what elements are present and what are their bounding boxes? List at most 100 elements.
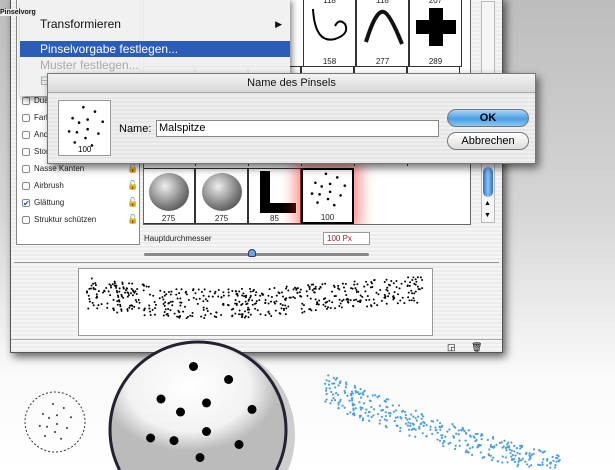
stroke-dot: [410, 289, 413, 292]
scroll-up-icon[interactable]: ▲: [484, 200, 491, 207]
menu-item-define-brush[interactable]: Pinselvorgabe festlegen...: [20, 41, 290, 57]
checkbox[interactable]: [22, 164, 30, 173]
option-4[interactable]: Nasse Kanten: [22, 164, 84, 173]
stroke-dot: [113, 284, 116, 287]
stroke-dot: [231, 289, 234, 292]
stroke-dot: [149, 310, 152, 313]
stroke-dot: [326, 307, 329, 310]
stroke-dot: [314, 287, 317, 290]
stroke-dot: [251, 299, 254, 302]
stroke-dot: [129, 292, 132, 295]
lock-icon[interactable]: 🔓: [127, 163, 138, 174]
stroke-dot: [356, 283, 359, 286]
blue-stroke-dot: [376, 396, 379, 399]
checkbox[interactable]: [22, 130, 30, 139]
lock-icon[interactable]: 🔓: [127, 214, 138, 225]
brush-dot: [224, 375, 234, 384]
blue-stroke-dot: [363, 389, 366, 392]
brush-preset-apple[interactable]: 275: [195, 168, 248, 224]
stroke-dot: [148, 307, 151, 310]
checkbox[interactable]: [22, 215, 30, 224]
option-0[interactable]: Dua: [22, 96, 49, 105]
blue-stroke-dot: [328, 380, 331, 383]
stroke-dot: [370, 304, 373, 307]
blue-stroke-dot: [528, 454, 531, 457]
brush-size-top: 207: [428, 0, 443, 5]
brush-preset[interactable]: 118 277: [356, 0, 409, 67]
stroke-dot: [94, 282, 97, 285]
stroke-dot: [338, 298, 341, 301]
blue-stroke-dot: [383, 418, 387, 421]
option-label: Glättung: [34, 198, 65, 207]
option-3[interactable]: Stor: [22, 147, 49, 156]
ok-button[interactable]: OK: [447, 109, 529, 127]
stroke-dot: [179, 297, 182, 300]
stroke-dot: [151, 308, 154, 311]
stroke-dot: [373, 279, 376, 282]
name-input[interactable]: Malspitze: [156, 120, 439, 137]
blue-stroke-dot: [421, 432, 424, 435]
diameter-input[interactable]: 100 Px: [323, 232, 370, 245]
brush-name-dialog: Name des Pinsels 100 Name: Malspitze OK …: [47, 73, 536, 164]
blue-stroke-dot: [358, 401, 361, 404]
checkbox[interactable]: [22, 181, 30, 190]
stroke-dot: [90, 284, 93, 287]
option-5[interactable]: Airbrush: [22, 181, 64, 190]
option-6[interactable]: ✔ Glättung: [22, 198, 64, 207]
stroke-dot: [162, 314, 165, 317]
stroke-dot: [116, 303, 119, 306]
blue-stroke-dot: [554, 456, 558, 460]
blue-stroke-dot: [464, 439, 467, 442]
stroke-dot: [379, 288, 382, 291]
checkbox[interactable]: [22, 113, 30, 122]
stroke-dot: [86, 290, 89, 293]
option-7[interactable]: Struktur schützen: [22, 215, 96, 224]
diameter-slider[interactable]: [144, 249, 369, 257]
lock-icon[interactable]: 🔓: [127, 180, 138, 191]
brush-preset-apple[interactable]: 275: [144, 168, 195, 224]
lock-icon[interactable]: 🔓: [127, 197, 138, 208]
blue-stroke-dot: [551, 455, 554, 459]
brush-preset[interactable]: 85: [248, 168, 301, 224]
brush-dot: [318, 193, 321, 196]
scroll-thumb[interactable]: [483, 167, 493, 197]
stroke-dot: [393, 297, 396, 300]
stroke-dot: [254, 302, 257, 305]
stroke-dot: [163, 311, 166, 314]
blue-stroke-dot: [385, 426, 388, 429]
blue-stroke-dot: [532, 448, 536, 451]
stroke-dot: [361, 295, 364, 298]
blue-stroke-dot: [467, 443, 470, 446]
blue-stroke-dot: [470, 453, 474, 457]
scroll-down-icon[interactable]: ▼: [484, 212, 491, 219]
stroke-dot: [109, 294, 112, 297]
option-2[interactable]: And: [22, 130, 48, 139]
blue-stroke-dot: [335, 377, 338, 380]
stroke-dot: [214, 290, 217, 293]
stroke-dot: [142, 289, 145, 292]
blue-stroke-dot: [324, 400, 327, 403]
tab-brush-presets[interactable]: Pinselvorg: [0, 9, 36, 16]
brush-preset[interactable]: 118 158: [303, 0, 356, 67]
selected-brush-preset[interactable]: 100: [301, 168, 354, 224]
blue-stroke-dot: [344, 386, 348, 389]
option-label: Nasse Kanten: [34, 164, 85, 173]
stroke-dot: [301, 311, 304, 314]
stroke-dot: [398, 287, 401, 290]
checkbox[interactable]: ✔: [22, 198, 30, 207]
cancel-button[interactable]: Abbrechen: [447, 132, 529, 150]
menu-item-transform[interactable]: Transformieren ▶: [20, 16, 290, 32]
stroke-dot: [339, 302, 342, 305]
stroke-dot: [244, 315, 247, 318]
blue-stroke-dot: [554, 463, 557, 467]
blue-stroke-dot: [489, 454, 492, 457]
brush-preset[interactable]: 207 289: [409, 0, 462, 67]
checkbox[interactable]: [22, 147, 30, 156]
brush-dot: [56, 414, 58, 417]
stroke-dot: [355, 288, 358, 291]
checkbox[interactable]: [22, 96, 30, 105]
stroke-dot: [117, 296, 120, 299]
slider-thumb[interactable]: [248, 249, 256, 257]
blue-stroke-dot: [345, 383, 348, 386]
stroke-dot: [254, 307, 257, 310]
